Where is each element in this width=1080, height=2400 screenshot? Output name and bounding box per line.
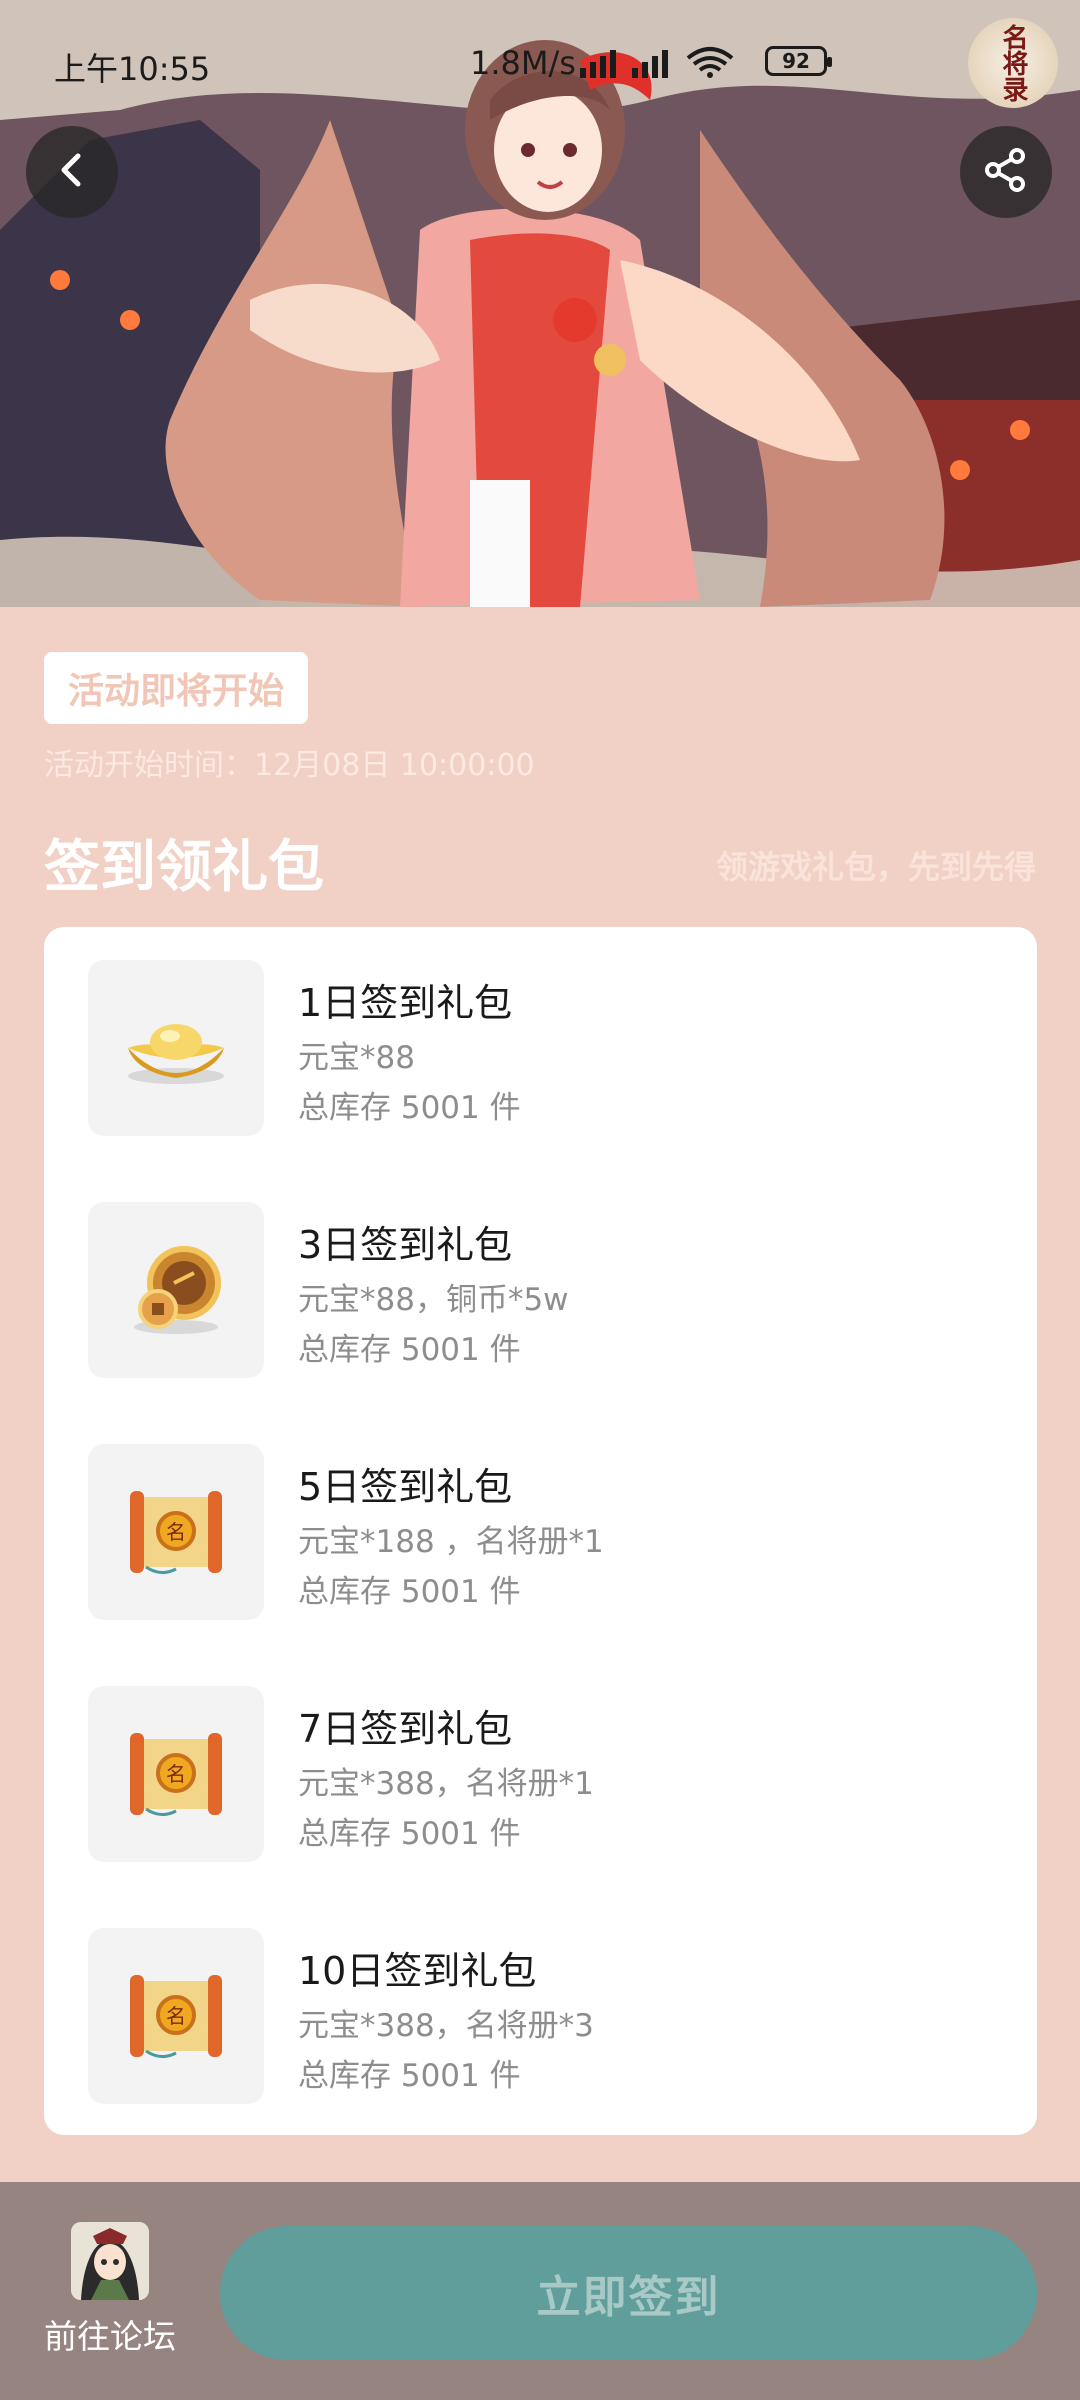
section-subtitle: 领游戏礼包，先到先得 [715,848,1036,886]
forum-label: 前往论坛 [44,2317,176,2356]
gift-name: 1日签到礼包 [298,981,513,1025]
event-status-text: 活动即将开始 [68,671,285,712]
gift-contents: 元宝*88 [298,1040,415,1076]
event-start-time: 活动开始时间：12月08日 10:00:00 [44,748,535,783]
svg-text:名: 名 [166,1762,186,1786]
hero-banner: 上午10:55 1.8M/s 92 名将录 [0,0,1080,607]
svg-text:名: 名 [166,1520,186,1544]
game-logo: 名将录 [968,18,1058,108]
battery-indicator: 92 [765,46,832,76]
back-button[interactable] [26,126,118,218]
copper-coin-icon [88,1202,264,1378]
gift-stock: 总库存 5001 件 [298,1090,521,1126]
gift-item-day5[interactable]: 名 5日签到礼包 元宝*188 ，名将册*1 总库存 5001 件 [88,1444,988,1620]
status-bar: 上午10:55 1.8M/s 92 [0,40,1080,90]
sign-in-label: 立即签到 [536,2272,721,2323]
forum-avatar [71,2222,149,2300]
bottom-action-bar: 前往论坛 立即签到 [0,2182,1080,2400]
gift-item-day1[interactable]: 1日签到礼包 元宝*88 总库存 5001 件 [88,960,988,1136]
share-icon [981,145,1031,199]
logo-text: 名将录 [998,24,1028,102]
gift-contents: 元宝*88，铜币*5w [298,1282,569,1318]
chevron-left-icon [52,150,92,194]
section-title: 签到领礼包 [44,835,324,900]
status-time: 上午10:55 [54,50,211,88]
gift-contents: 元宝*388，名将册*3 [298,2008,594,2044]
gift-item-day3[interactable]: 3日签到礼包 元宝*88，铜币*5w 总库存 5001 件 [88,1202,988,1378]
gift-stock: 总库存 5001 件 [298,2058,521,2094]
gift-item-day7[interactable]: 名 7日签到礼包 元宝*388，名将册*1 总库存 5001 件 [88,1686,988,1862]
gift-name: 10日签到礼包 [298,1949,537,1993]
gift-list-card: 1日签到礼包 元宝*88 总库存 5001 件 3日签到礼包 元宝*88，铜币*… [44,927,1037,2135]
event-status-badge: 活动即将开始 [44,652,309,724]
gift-stock: 总库存 5001 件 [298,1574,521,1610]
network-speed: 1.8M/s [470,44,576,82]
gift-contents: 元宝*188 ，名将册*1 [298,1524,604,1560]
gift-contents: 元宝*388，名将册*1 [298,1766,594,1802]
gift-name: 7日签到礼包 [298,1707,513,1751]
scroll-icon: 名 [88,1686,264,1862]
gold-ingot-icon [88,960,264,1136]
go-to-forum-button[interactable]: 前往论坛 [40,2222,180,2362]
scroll-icon: 名 [88,1444,264,1620]
hero-artwork [0,0,1080,607]
gift-stock: 总库存 5001 件 [298,1816,521,1852]
signal-icon [580,42,750,90]
scroll-icon: 名 [88,1928,264,2104]
svg-text:名: 名 [166,2004,186,2028]
sign-in-button[interactable]: 立即签到 [220,2226,1037,2360]
gift-name: 3日签到礼包 [298,1223,513,1267]
gift-item-day10[interactable]: 名 10日签到礼包 元宝*388，名将册*3 总库存 5001 件 [88,1928,988,2104]
gift-name: 5日签到礼包 [298,1465,513,1509]
share-button[interactable] [960,126,1052,218]
gift-stock: 总库存 5001 件 [298,1332,521,1368]
